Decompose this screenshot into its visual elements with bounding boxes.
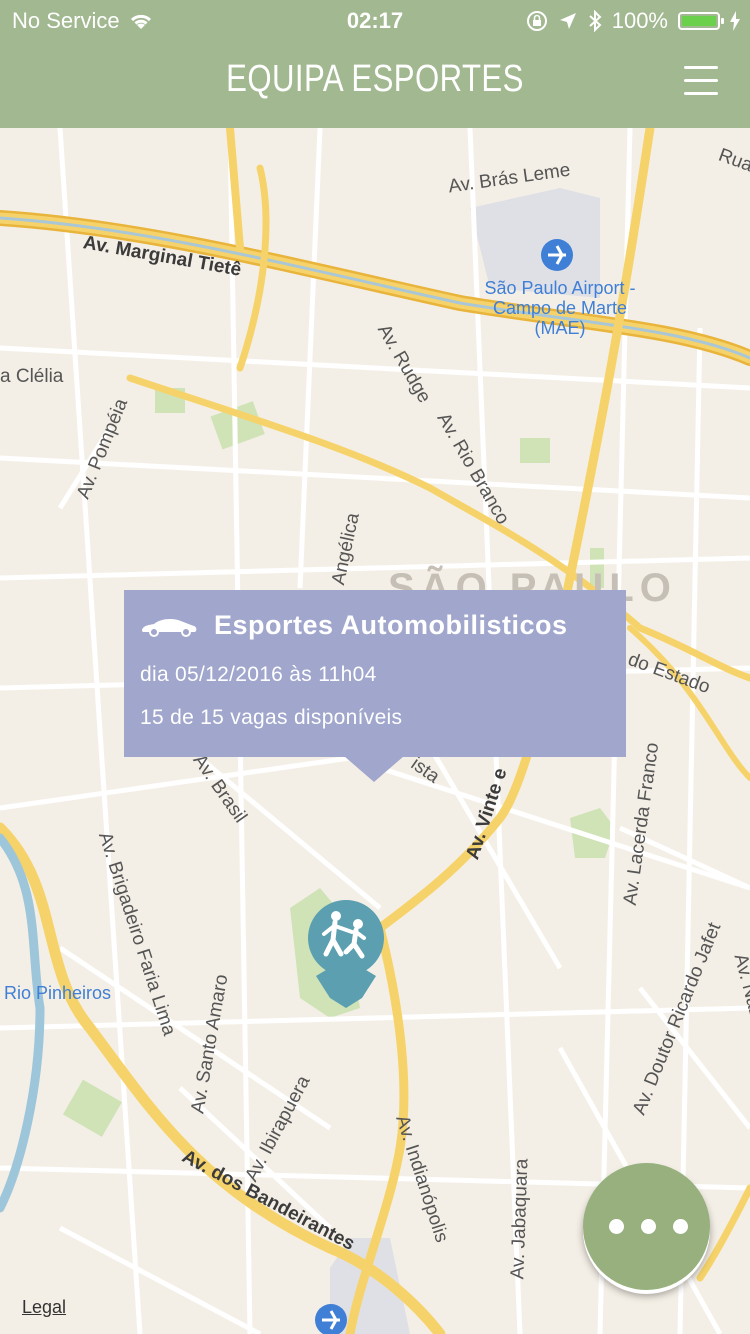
label-rio-pinheiros: Rio Pinheiros xyxy=(4,983,112,1003)
event-vacancies: 15 de 15 vagas disponíveis xyxy=(140,706,403,729)
rotation-lock-icon xyxy=(526,11,547,31)
callout-pointer xyxy=(344,756,404,782)
legal-link[interactable]: Legal xyxy=(22,1297,66,1318)
martial-arts-icon xyxy=(308,900,384,1008)
bluetooth-icon xyxy=(589,10,602,32)
location-arrow-icon xyxy=(559,13,576,29)
more-options-button[interactable] xyxy=(583,1163,710,1290)
event-date: dia 05/12/2016 às 11h04 xyxy=(140,663,377,686)
status-bar: No Service 02:17 100% xyxy=(0,0,750,40)
car-icon xyxy=(142,618,197,637)
menu-button[interactable] xyxy=(684,66,718,95)
top-bar: No Service 02:17 100% EQUIPA ESPORTES xyxy=(0,0,750,128)
event-title: Esportes Automobilisticos xyxy=(214,610,568,640)
charging-icon xyxy=(730,11,740,31)
event-map-pin[interactable] xyxy=(306,900,386,1010)
battery-percent: 100% xyxy=(611,8,668,33)
label-jabaquara: Av. Jabaquara xyxy=(507,1158,533,1280)
label-airport: São Paulo Airport - Campo de Marte (MAE) xyxy=(484,278,636,338)
page-title: EQUIPA ESPORTES xyxy=(226,58,524,100)
battery-icon xyxy=(678,12,724,30)
event-callout[interactable]: Esportes Automobilisticos dia 05/12/2016… xyxy=(124,590,626,757)
label-clelia: a Clélia xyxy=(0,366,64,387)
more-dots-icon xyxy=(609,1219,688,1234)
hamburger-icon xyxy=(684,66,718,69)
